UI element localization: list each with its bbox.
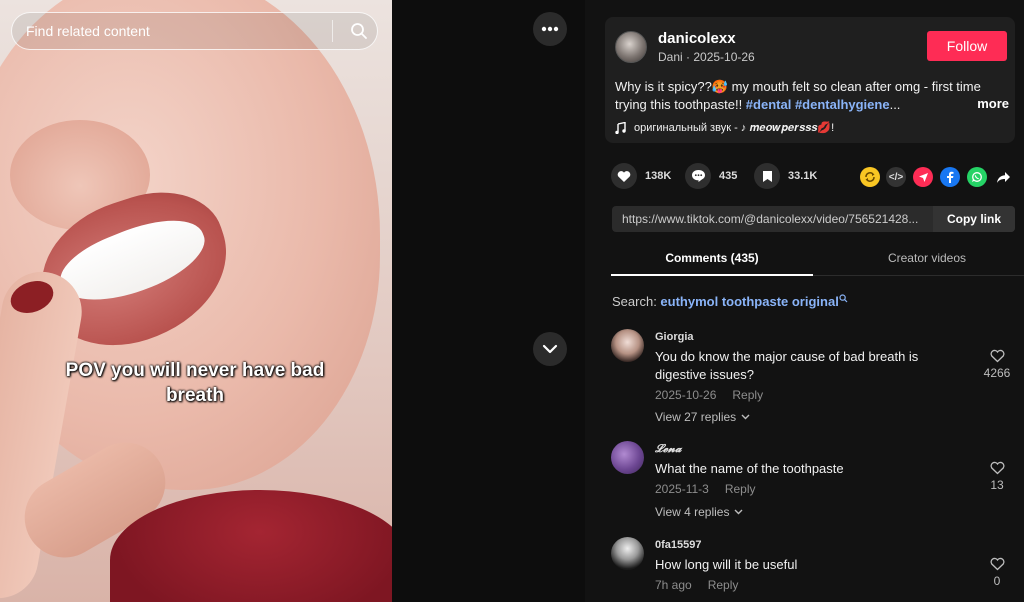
comment-icon: [691, 170, 705, 182]
paper-plane-icon: [918, 172, 928, 182]
commenter-name[interactable]: 𝓛𝓮𝓷𝓪: [655, 443, 682, 456]
save-button[interactable]: [754, 163, 780, 189]
facebook-icon: [947, 171, 954, 183]
hashtag-link[interactable]: #dentalhygiene: [795, 97, 890, 112]
facebook-share-button[interactable]: [940, 167, 960, 187]
like-button[interactable]: [611, 163, 637, 189]
view-replies-button[interactable]: View 27 replies: [655, 410, 750, 424]
embed-icon: </>: [888, 171, 904, 183]
video-player[interactable]: POV you will never have bad breath: [0, 0, 392, 602]
commenter-avatar[interactable]: [611, 537, 644, 570]
share-more-button[interactable]: [993, 167, 1013, 187]
comment-like-button[interactable]: 4266: [977, 349, 1017, 380]
video-info-card: danicolexx Dani · 2025-10-26 Follow Why …: [605, 17, 1015, 143]
search-icon: [839, 294, 848, 303]
share-link-box: https://www.tiktok.com/@danicolexx/video…: [612, 206, 1015, 232]
whatsapp-icon: [972, 172, 982, 182]
follow-button[interactable]: Follow: [927, 31, 1007, 61]
panel-tabs: Comments (435) Creator videos: [611, 240, 1024, 276]
comment-date: 2025-10-26: [655, 388, 717, 402]
comment-like-count: 4266: [983, 366, 1011, 380]
comment-text: You do know the major cause of bad breat…: [655, 349, 919, 382]
save-action[interactable]: 33.1K: [754, 163, 817, 189]
author-username[interactable]: danicolexx: [658, 30, 736, 47]
view-replies-label: View 4 replies: [655, 505, 730, 519]
like-action[interactable]: 138K: [611, 163, 671, 189]
heart-outline-icon: [990, 461, 1004, 475]
bookmark-icon: [762, 170, 772, 182]
search-divider: [332, 20, 333, 42]
search-suggestion-prefix: Search:: [612, 294, 661, 309]
music-link[interactable]: оригинальный звук - ♪ 𝒎𝒆𝒐𝒘𝒑𝒆𝒓𝒔𝒔𝒔💋!: [615, 121, 834, 135]
search-button[interactable]: [341, 13, 377, 49]
comment-item: Giorgia You do know the major cause of b…: [611, 329, 1021, 429]
music-note-icon: [615, 122, 626, 134]
comment-button[interactable]: [685, 163, 711, 189]
author-avatar[interactable]: [615, 31, 647, 63]
more-options-button[interactable]: [533, 12, 567, 46]
like-count: 138K: [645, 170, 672, 182]
author-subline: Dani · 2025-10-26: [658, 50, 755, 64]
tab-comments[interactable]: Comments (435): [611, 251, 813, 276]
chevron-down-icon: [542, 344, 558, 354]
hashtag-link[interactable]: #dental: [746, 97, 792, 112]
video-side-column: [392, 0, 585, 602]
comment-like-count: 0: [993, 574, 1001, 588]
search-input[interactable]: [12, 23, 332, 39]
more-dots-icon: [541, 26, 559, 32]
comment-date: 2025-11-3: [655, 482, 709, 496]
comment-meta: 2025-10-26 Reply: [655, 388, 763, 402]
share-arrow-icon: [996, 171, 1010, 183]
view-replies-button[interactable]: View 4 replies: [655, 505, 743, 519]
search-suggestion-keyword[interactable]: euthymol toothpaste original: [660, 294, 838, 309]
send-to-friends-button[interactable]: [913, 167, 933, 187]
music-title: оригинальный звук - ♪ 𝒎𝒆𝒐𝒘𝒑𝒆𝒓𝒔𝒔𝒔💋!: [634, 122, 835, 134]
comment-action[interactable]: 435: [685, 163, 737, 189]
repost-button[interactable]: [860, 167, 880, 187]
comment-like-button[interactable]: 0: [977, 557, 1017, 588]
comment-text: What the name of the toothpaste: [655, 461, 844, 476]
reply-button[interactable]: Reply: [725, 482, 756, 496]
comment-date: 7h ago: [655, 578, 692, 592]
next-video-button[interactable]: [533, 332, 567, 366]
more-button[interactable]: more: [977, 96, 1009, 111]
comment-like-button[interactable]: 13: [977, 461, 1017, 492]
search-bar: [11, 12, 378, 50]
share-link-text[interactable]: https://www.tiktok.com/@danicolexx/video…: [612, 212, 933, 226]
reply-button[interactable]: Reply: [732, 388, 763, 402]
heart-outline-icon: [990, 557, 1004, 571]
video-caption: POV you will never have bad breath: [65, 360, 325, 406]
comment-item: 𝓛𝓮𝓷𝓪 What the name of the toothpaste 202…: [611, 441, 1021, 525]
heart-outline-icon: [990, 349, 1004, 363]
comment-meta: 7h ago Reply: [655, 578, 738, 592]
embed-button[interactable]: </>: [886, 167, 906, 187]
comment-item: 0fa15597 How long will it be useful 7h a…: [611, 537, 1021, 597]
chevron-down-icon: [734, 509, 743, 515]
reply-button[interactable]: Reply: [708, 578, 739, 592]
action-bar: 138K 435 33.1K </>: [611, 163, 1019, 193]
whatsapp-share-button[interactable]: [967, 167, 987, 187]
heart-icon: [617, 170, 631, 182]
tab-creator-videos[interactable]: Creator videos: [837, 251, 1017, 265]
commenter-avatar[interactable]: [611, 329, 644, 362]
save-count: 33.1K: [788, 170, 818, 182]
comment-text: How long will it be useful: [655, 557, 798, 572]
search-icon: [351, 23, 367, 39]
comment-meta: 2025-11-3 Reply: [655, 482, 756, 496]
commenter-avatar[interactable]: [611, 441, 644, 474]
copy-link-button[interactable]: Copy link: [933, 206, 1015, 232]
commenter-name[interactable]: Giorgia: [655, 331, 694, 343]
video-description: Why is it spicy??🥵 my mouth felt so clea…: [615, 78, 1007, 114]
description-ellipsis: ...: [889, 97, 901, 112]
side-panel: danicolexx Dani · 2025-10-26 Follow Why …: [585, 0, 1024, 602]
comment-like-count: 13: [990, 478, 1004, 492]
search-suggestion[interactable]: Search: euthymol toothpaste original: [612, 294, 848, 309]
commenter-name[interactable]: 0fa15597: [655, 539, 702, 551]
repost-icon: [865, 172, 875, 182]
comment-count: 435: [719, 170, 738, 182]
chevron-down-icon: [741, 414, 750, 420]
view-replies-label: View 27 replies: [655, 410, 737, 424]
